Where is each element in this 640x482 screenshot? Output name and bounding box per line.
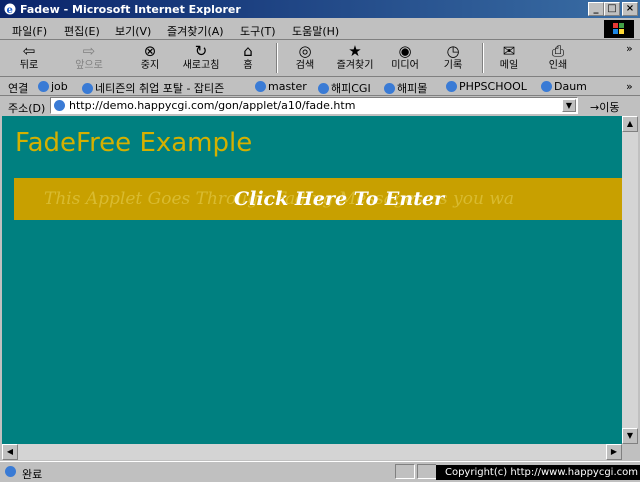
search-label: 검색: [295, 60, 315, 71]
links-label: 연결: [8, 82, 29, 95]
favorites-button[interactable]: ★ 즐겨찾기: [330, 42, 380, 74]
scroll-corner: [622, 444, 638, 460]
favorites-icon: ★: [348, 42, 362, 60]
link-daum[interactable]: Daum: [541, 80, 587, 93]
windows-logo-icon: [604, 20, 634, 38]
stop-label: 중지: [140, 60, 160, 71]
back-arrow-icon: ⇦: [22, 42, 36, 60]
forward-button[interactable]: ⇨ 앞으로: [64, 42, 114, 74]
back-button[interactable]: ⇦ 뒤로: [4, 42, 54, 74]
scroll-down-arrow-icon[interactable]: ▼: [622, 428, 638, 444]
status-cell: [417, 464, 437, 479]
print-button[interactable]: ⎙ 인쇄: [533, 42, 583, 74]
page-done-icon: [5, 466, 16, 477]
refresh-icon: ↻: [194, 42, 208, 60]
close-button[interactable]: ×: [622, 2, 638, 16]
home-icon: ⌂: [243, 42, 253, 60]
ie-page-icon: [384, 83, 395, 94]
page-heading: FadeFree Example: [15, 128, 253, 158]
links-bar: 연결 job 네티즌의 취업 포탈 - 잡티즌 master 해피CGI 해피몰…: [0, 77, 640, 96]
history-icon: ◷: [446, 42, 460, 60]
ie-page-icon: [38, 81, 49, 92]
toolbar-more-chevron-icon[interactable]: »: [626, 42, 633, 55]
link-phpschool[interactable]: PHPSCHOOL: [446, 80, 527, 93]
status-cell: [395, 464, 415, 479]
history-button[interactable]: ◷ 기록: [428, 42, 478, 74]
copyright-notice: Copyright(c) http://www.happycgi.com: [436, 465, 640, 480]
link-master[interactable]: master: [255, 80, 307, 93]
title-bar[interactable]: e Fadew - Microsoft Internet Explorer _ …: [0, 0, 640, 18]
menu-file[interactable]: 파일(F): [12, 23, 47, 39]
home-button[interactable]: ⌂ 홈: [223, 42, 273, 74]
address-input[interactable]: [69, 99, 559, 112]
ie-page-icon: [54, 100, 65, 111]
link-jobtizen[interactable]: 네티즌의 취업 포탈 - 잡티즌: [82, 80, 224, 96]
scroll-up-arrow-icon[interactable]: ▲: [622, 116, 638, 132]
forward-label: 앞으로: [75, 60, 103, 71]
media-button[interactable]: ◉ 미디어: [380, 42, 430, 74]
fade-applet[interactable]: This Applet Goes Through Fading Messages…: [14, 178, 622, 220]
search-button[interactable]: ◎ 검색: [280, 42, 330, 74]
refresh-button[interactable]: ↻ 새로고침: [176, 42, 226, 74]
media-icon: ◉: [398, 42, 412, 60]
window-title: Fadew - Microsoft Internet Explorer: [20, 3, 241, 16]
link-happycgi[interactable]: 해피CGI: [318, 80, 371, 96]
menu-favorites[interactable]: 즐겨찾기(A): [167, 23, 224, 39]
go-arrow-icon: →: [590, 101, 600, 114]
minimize-button[interactable]: _: [588, 2, 604, 16]
standard-toolbar: ⇦ 뒤로 ⇨ 앞으로 ⊗ 중지 ↻ 새로고침 ⌂ 홈 ◎ 검색 ★ 즐겨찾기 ◉…: [0, 40, 640, 77]
mail-button[interactable]: ✉ 메일: [484, 42, 534, 74]
applet-enter-link[interactable]: Click Here To Enter: [234, 188, 444, 210]
toolbar-separator: [276, 43, 278, 73]
ie-page-icon: [255, 81, 266, 92]
ie-logo-icon: e: [4, 3, 16, 16]
ie-page-icon: [318, 83, 329, 94]
page-viewport: FadeFree Example This Applet Goes Throug…: [2, 116, 622, 444]
maximize-button[interactable]: □: [604, 2, 620, 16]
history-label: 기록: [443, 60, 463, 71]
address-dropdown-arrow-icon[interactable]: ▼: [562, 99, 576, 112]
home-label: 홈: [243, 60, 253, 71]
menu-view[interactable]: 보기(V): [115, 23, 151, 39]
ie-page-icon: [541, 81, 552, 92]
horizontal-scrollbar[interactable]: ◀ ▶: [2, 444, 622, 460]
back-label: 뒤로: [19, 60, 39, 71]
search-icon: ◎: [298, 42, 312, 60]
scroll-left-arrow-icon[interactable]: ◀: [2, 444, 18, 460]
ie-page-icon: [446, 81, 457, 92]
menu-edit[interactable]: 편집(E): [64, 23, 100, 39]
menu-help[interactable]: 도움말(H): [292, 23, 339, 39]
address-label: 주소(D): [8, 102, 46, 115]
print-icon: ⎙: [551, 42, 564, 60]
vertical-scrollbar[interactable]: ▲ ▼: [622, 116, 638, 444]
refresh-label: 새로고침: [182, 60, 220, 71]
svg-text:e: e: [7, 5, 13, 16]
forward-arrow-icon: ⇨: [82, 42, 96, 60]
media-label: 미디어: [391, 60, 419, 71]
scroll-right-arrow-icon[interactable]: ▶: [606, 444, 622, 460]
mail-icon: ✉: [502, 42, 516, 60]
stop-button[interactable]: ⊗ 중지: [125, 42, 175, 74]
menu-bar: 파일(F) 편집(E) 보기(V) 즐겨찾기(A) 도구(T) 도움말(H): [0, 19, 640, 40]
links-more-chevron-icon[interactable]: »: [626, 80, 633, 93]
ie-page-icon: [82, 83, 93, 94]
go-button[interactable]: →이동: [590, 99, 619, 115]
print-label: 인쇄: [548, 60, 568, 71]
address-bar: 주소(D) ▼ →이동: [0, 96, 640, 116]
mail-label: 메일: [499, 60, 519, 71]
link-happymall[interactable]: 해피몰: [384, 80, 427, 96]
menu-tools[interactable]: 도구(T): [240, 23, 276, 39]
link-job[interactable]: job: [38, 80, 68, 93]
stop-icon: ⊗: [143, 42, 157, 60]
address-box: ▼: [50, 97, 578, 114]
favorites-label: 즐겨찾기: [336, 60, 374, 71]
